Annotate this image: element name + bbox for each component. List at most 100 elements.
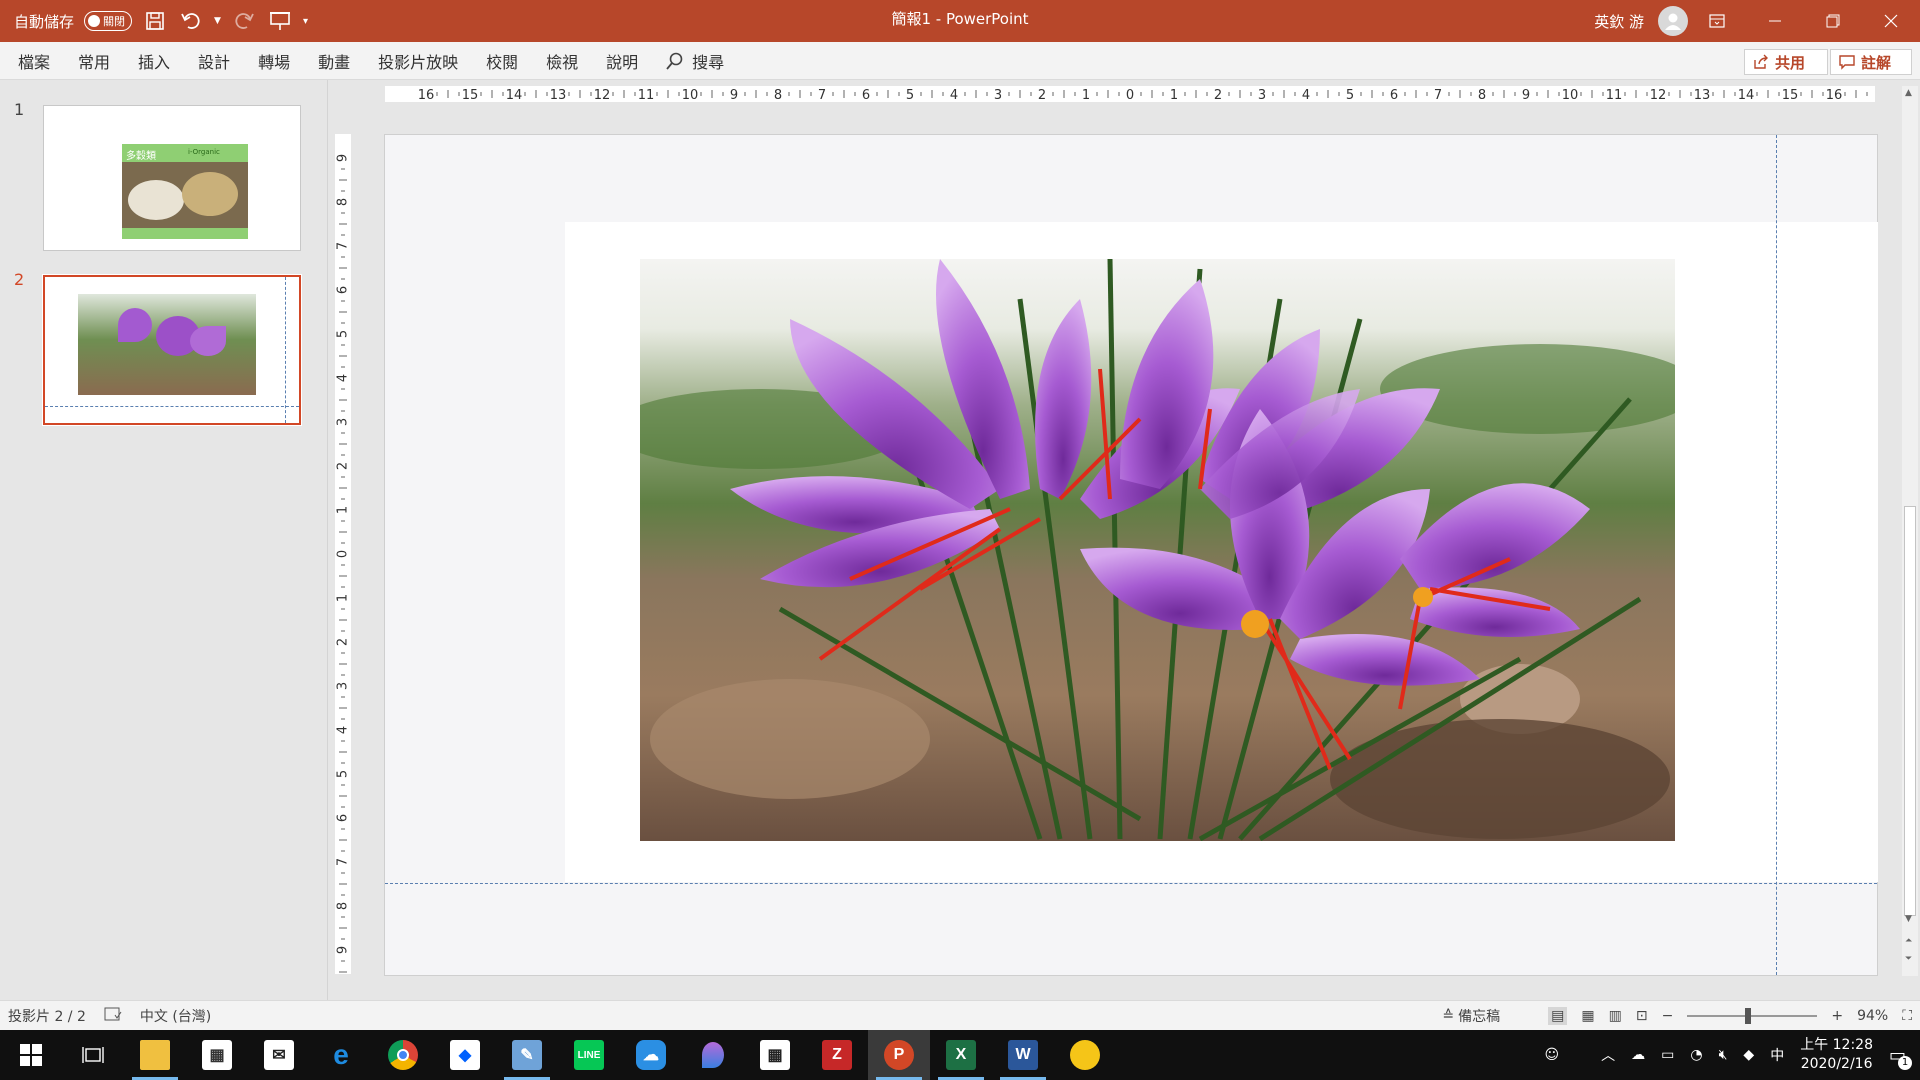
dropbox-icon: ◆	[450, 1040, 480, 1070]
slide-thumbnail-2[interactable]	[42, 274, 302, 426]
scroll-down-icon[interactable]: ▼	[1905, 914, 1912, 924]
start-button[interactable]	[0, 1030, 62, 1080]
previous-slide-icon[interactable]: ⏶	[1905, 936, 1912, 946]
taskbar-paint[interactable]: ✎	[496, 1030, 558, 1080]
slideshow-view-icon[interactable]: ⊡	[1636, 1008, 1648, 1024]
avatar[interactable]	[1658, 6, 1688, 36]
slide-thumbnail-pane: 1 多穀類 i-Organic 2	[0, 80, 328, 1000]
tab-slideshow[interactable]: 投影片放映	[378, 49, 458, 73]
guide-line-horizontal[interactable]	[385, 883, 1877, 884]
zoom-slider[interactable]	[1687, 1008, 1818, 1024]
scrollbar-thumb[interactable]	[1904, 506, 1916, 916]
redo-icon[interactable]	[231, 8, 257, 34]
language-indicator[interactable]: 中文 (台灣)	[140, 1006, 211, 1026]
store-icon: ▦	[202, 1040, 232, 1070]
ruler-tick-label: 14	[1738, 88, 1755, 102]
zoom-in-icon[interactable]: +	[1831, 1008, 1843, 1024]
ribbon-display-options-icon[interactable]	[1688, 0, 1746, 42]
taskbar-chrome[interactable]	[372, 1030, 434, 1080]
tab-help[interactable]: 說明	[606, 49, 638, 73]
tab-animations[interactable]: 動畫	[318, 49, 350, 73]
tab-transitions[interactable]: 轉場	[258, 49, 290, 73]
taskbar-maps[interactable]	[682, 1030, 744, 1080]
crocus-photo[interactable]	[640, 259, 1675, 841]
ruler-tick-label: 11	[1606, 88, 1623, 102]
slide-thumbnail-1[interactable]: 多穀類 i-Organic	[43, 105, 301, 251]
taskbar-dropbox[interactable]: ◆	[434, 1030, 496, 1080]
taskbar-onedrive[interactable]: ☁	[620, 1030, 682, 1080]
taskbar-powerpoint[interactable]: P	[868, 1030, 930, 1080]
reading-view-icon[interactable]: ▥	[1609, 1008, 1622, 1024]
restore-icon[interactable]	[1804, 0, 1862, 42]
comments-button[interactable]: 註解	[1830, 49, 1912, 75]
undo-icon[interactable]	[178, 8, 204, 34]
share-button[interactable]: 共用	[1744, 49, 1828, 75]
vertical-ruler[interactable]: 9 8 7 6 5 4 3 2 1 0 1 2 3 4 5 6 7 8 9	[335, 134, 351, 974]
taskbar-store[interactable]: ▦	[186, 1030, 248, 1080]
close-icon[interactable]	[1862, 0, 1920, 42]
taskbar-edge[interactable]: e	[310, 1030, 372, 1080]
ruler-tick-label: 6	[1390, 88, 1398, 102]
zoom-out-icon[interactable]: −	[1662, 1008, 1674, 1024]
tab-file[interactable]: 檔案	[18, 49, 50, 73]
horizontal-ruler[interactable]: 16 15 14 13 12 11 10 9 8 7 6 5 4 3 2 1 0 1 2 3 4 5 6 7 8 9 10 11 12 1…	[385, 86, 1875, 102]
autosave-state: 關閉	[103, 15, 126, 28]
slide-sorter-icon[interactable]: ▦	[1581, 1008, 1594, 1024]
clock[interactable]: 上午 12:28 2020/2/16	[1800, 1036, 1873, 1074]
ruler-tick-label: 1	[1170, 88, 1178, 102]
wifi-icon[interactable]: ◔	[1690, 1047, 1702, 1063]
normal-view-icon[interactable]: ▤	[1548, 1007, 1568, 1025]
dropbox-tray-icon[interactable]: ◆	[1743, 1047, 1754, 1063]
minimize-icon[interactable]	[1746, 0, 1804, 42]
status-bar: 投影片 2 / 2 中文 (台灣) ≙ 備忘稿 ▤ ▦ ▥ ⊡ − + 94% …	[0, 1000, 1920, 1030]
tab-review[interactable]: 校閱	[486, 49, 518, 73]
action-center-icon[interactable]: ▭ 1	[1889, 1045, 1912, 1070]
people-icon[interactable]: ☺	[1545, 1047, 1560, 1063]
taskbar-mail[interactable]: ✉	[248, 1030, 310, 1080]
ruler-tick-label: 7	[1434, 88, 1442, 102]
account[interactable]: 英欽 游	[1594, 0, 1688, 42]
ime-indicator[interactable]: 中	[1770, 1045, 1784, 1065]
save-icon[interactable]	[142, 8, 168, 34]
comment-icon	[1839, 55, 1855, 70]
taskbar-duck-app[interactable]	[1054, 1030, 1116, 1080]
onedrive-tray-icon[interactable]: ☁	[1631, 1047, 1645, 1063]
taskbar-line[interactable]: LINE	[558, 1030, 620, 1080]
fit-slide-icon[interactable]: ⛶	[1902, 1008, 1912, 1024]
taskbar-filezilla[interactable]: Z	[806, 1030, 868, 1080]
notes-button[interactable]: ≙ 備忘稿	[1442, 1006, 1500, 1026]
guide-line-vertical[interactable]	[1776, 135, 1777, 975]
taskbar-excel[interactable]: X	[930, 1030, 992, 1080]
share-label: 共用	[1775, 53, 1806, 72]
accessibility-check-icon[interactable]	[104, 1006, 122, 1026]
customize-toolbar-icon[interactable]: ▾	[303, 16, 308, 27]
zoom-slider-knob[interactable]	[1745, 1008, 1752, 1024]
line-icon: LINE	[574, 1040, 604, 1070]
taskbar-file-explorer[interactable]	[124, 1030, 186, 1080]
tab-insert[interactable]: 插入	[138, 49, 170, 73]
tab-design[interactable]: 設計	[198, 49, 230, 73]
vertical-scrollbar[interactable]: ▲ ▼ ⏶ ⏷	[1902, 86, 1918, 976]
search-box[interactable]: 搜尋	[666, 49, 724, 73]
task-view-button[interactable]	[62, 1030, 124, 1080]
next-slide-icon[interactable]: ⏷	[1905, 954, 1912, 964]
notes-label: 備忘稿	[1458, 1009, 1501, 1025]
ruler-tick-label: 1	[336, 594, 351, 602]
grain-photo: 多穀類 i-Organic	[122, 144, 248, 239]
zoom-level[interactable]: 94%	[1857, 1008, 1888, 1024]
scroll-up-icon[interactable]: ▲	[1905, 88, 1912, 98]
start-slideshow-icon[interactable]	[267, 8, 293, 34]
undo-dropdown-icon[interactable]: ▼	[214, 16, 221, 26]
tab-view[interactable]: 檢視	[546, 49, 578, 73]
autosave-toggle[interactable]: 關閉	[84, 11, 133, 31]
ruler-tick-label: 5	[336, 770, 351, 778]
volume-muted-icon[interactable]: 🔇︎	[1719, 1047, 1728, 1063]
battery-icon[interactable]: ▭	[1661, 1047, 1674, 1063]
taskbar-calculator[interactable]: ▦	[744, 1030, 806, 1080]
window-controls	[1688, 0, 1920, 42]
ruler-tick-label: 14	[506, 88, 523, 102]
show-hidden-icons-icon[interactable]: ︿	[1601, 1045, 1615, 1065]
ruler-tick-label: 13	[1694, 88, 1711, 102]
tab-home[interactable]: 常用	[78, 49, 110, 73]
taskbar-word[interactable]: W	[992, 1030, 1054, 1080]
